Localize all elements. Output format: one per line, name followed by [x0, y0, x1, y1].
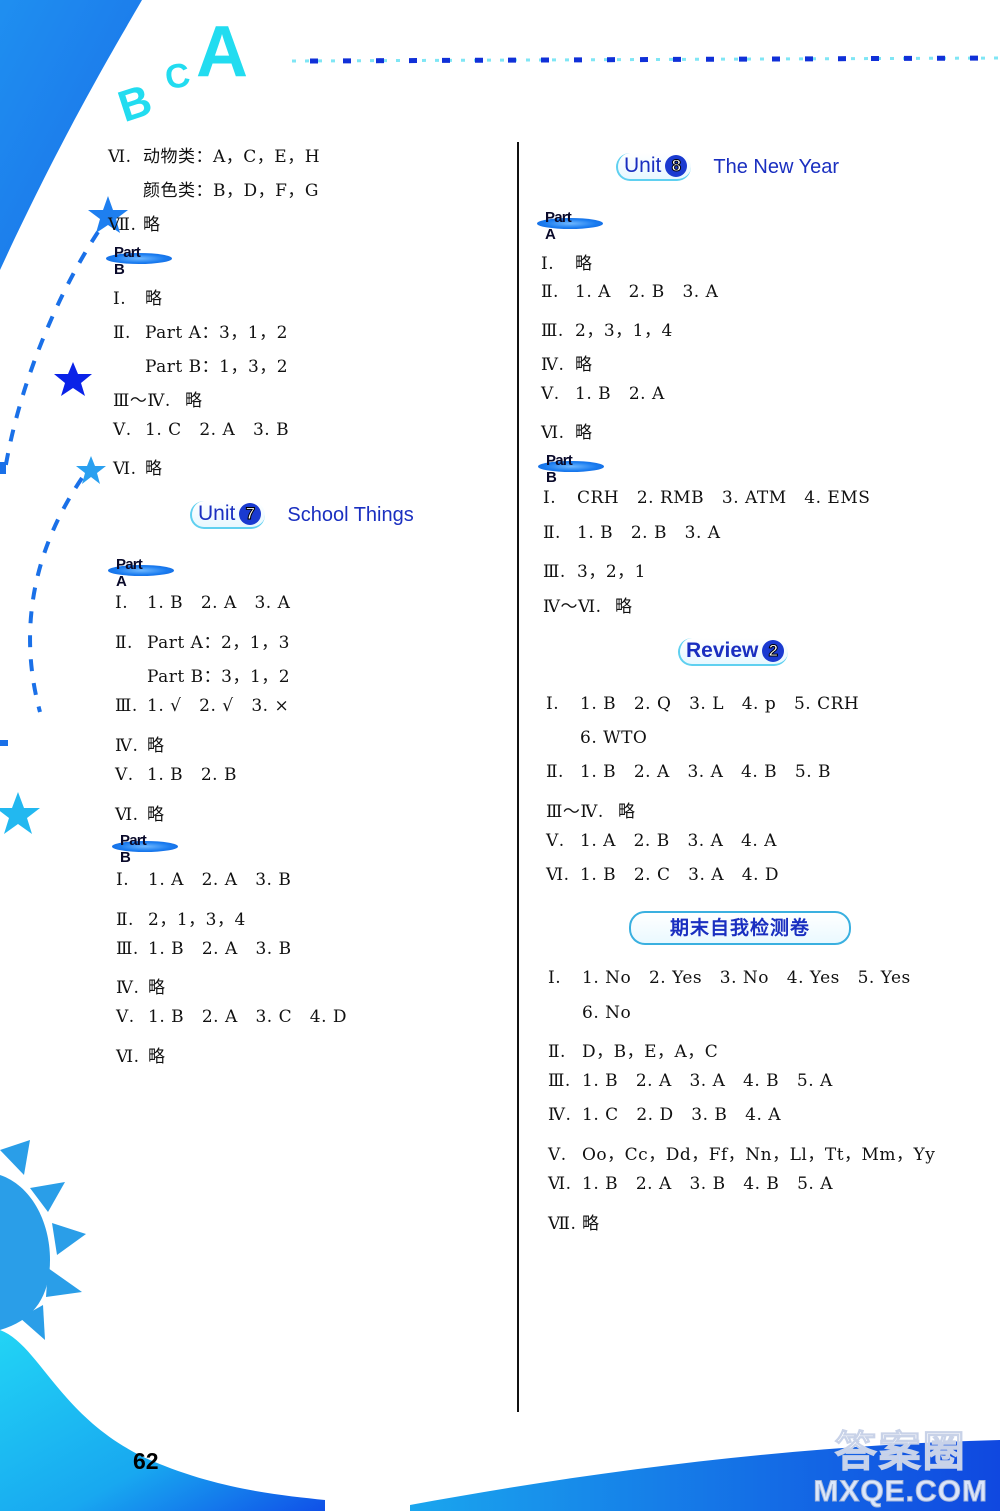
answer-line: Ⅲ～Ⅳ. 略 — [546, 802, 636, 822]
answer-line: Ⅴ. 1. B 2. B — [115, 765, 237, 785]
answer-line: Ⅱ. 2，1，3，4 — [116, 910, 246, 930]
answer-line: Ⅲ. 3，2，1 — [543, 562, 646, 582]
unit-number-circle: 8 — [665, 155, 688, 177]
answer-line: Ⅵ. 略 — [115, 805, 165, 825]
answer-line: Ⅴ. 1. B 2. A 3. C 4. D — [116, 1007, 348, 1027]
sun-decoration — [0, 1140, 86, 1340]
answer-line: Ⅴ. 1. A 2. B 3. A 4. A — [546, 831, 777, 851]
answer-line: Part B：3，1，2 — [147, 667, 291, 687]
answer-line: Ⅳ～Ⅵ. 略 — [543, 597, 633, 617]
unit7-heading: Unit 7 School Things — [190, 501, 414, 529]
review2-heading: Review 2 — [678, 638, 789, 666]
answer-line: Ⅴ. 1. C 2. A 3. B — [113, 420, 290, 440]
answer-line: Ⅰ. 1. No 2. Yes 3. No 4. Yes 5. Yes — [548, 968, 911, 988]
answer-line: Ⅵ. 1. B 2. C 3. A 4. D — [546, 865, 780, 885]
unit-badge: Unit 7 — [190, 501, 266, 529]
answer-line: Ⅰ. 1. B 2. Q 3. L 4. p 5. CRH — [546, 694, 860, 714]
answer-line: Ⅳ. 略 — [116, 978, 166, 998]
unit-title: The New Year — [713, 155, 839, 178]
bottom-wave-left — [0, 1330, 325, 1511]
review-number-circle: 2 — [762, 640, 785, 662]
answer-line: Ⅵ. 1. B 2. A 3. B 4. B 5. A — [548, 1174, 833, 1194]
answer-line: Ⅱ. D，B，E，A，C — [548, 1042, 719, 1062]
header-dashed-rule — [291, 55, 1000, 64]
star-icon — [0, 792, 40, 834]
answer-line: Ⅰ. 略 — [113, 289, 163, 309]
answer-line: Ⅱ. Part A：3，1，2 — [113, 323, 288, 343]
unit-number-circle: 7 — [239, 503, 262, 525]
answer-line: Part B：1，3，2 — [145, 357, 289, 377]
deco-letter-c: C — [162, 56, 193, 98]
page-number: 62 — [133, 1448, 159, 1474]
answer-line: Ⅱ. 1. A 2. B 3. A — [541, 282, 719, 302]
answer-line: Ⅶ. 略 — [548, 1214, 600, 1234]
answer-line: Ⅳ. 1. C 2. D 3. B 4. A — [548, 1105, 782, 1125]
answer-line: Ⅳ. 略 — [541, 355, 593, 375]
unit-badge: Unit 8 — [616, 153, 692, 181]
review-badge: Review 2 — [678, 638, 789, 666]
answer-line: Ⅱ. Part A：2，1，3 — [115, 633, 290, 653]
answer-line: Ⅱ. 1. B 2. A 3. A 4. B 5. B — [546, 762, 831, 782]
answer-line: Ⅵ. 略 — [116, 1047, 166, 1067]
answer-line: Ⅱ. 1. B 2. B 3. A — [543, 523, 721, 543]
answer-line: 颜色类：B，D，F，G — [143, 181, 319, 201]
unit8-heading: Unit 8 The New Year — [616, 153, 839, 181]
answer-line: Ⅴ. Oo，Cc，Dd，Ff，Nn，Ll，Tt，Mm，Yy — [548, 1145, 936, 1165]
answer-line: Ⅳ. 略 — [115, 736, 165, 756]
answer-line: Ⅵ. 略 — [541, 423, 593, 443]
answer-line: Ⅰ. CRH 2. RMB 3. ATM 4. EMS — [543, 488, 871, 508]
star-icon — [54, 362, 92, 396]
answer-line: Ⅰ. 1. B 2. A 3. A — [115, 593, 291, 613]
deco-letter-b: B — [112, 75, 157, 131]
answer-line: Ⅲ～Ⅳ. 略 — [113, 391, 203, 411]
deco-letter-a: A — [196, 12, 248, 92]
answer-line: Ⅲ. 1. √ 2. √ 3. × — [115, 696, 290, 716]
answer-line: Ⅲ. 1. B 2. A 3. A 4. B 5. A — [548, 1071, 833, 1091]
answer-line: 6. No — [582, 1003, 632, 1023]
answer-line: Ⅲ. 1. B 2. A 3. B — [116, 939, 292, 959]
answer-line: Ⅶ. 略 — [108, 215, 161, 235]
dashed-arc-1 — [3, 230, 100, 471]
final-test-heading: 期末自我检测卷 — [629, 911, 851, 945]
answer-line: Ⅴ. 1. B 2. A — [541, 384, 665, 404]
unit-title: School Things — [287, 503, 414, 526]
dashed-arc-2 — [28, 476, 84, 713]
answer-line: Ⅰ. 1. A 2. A 3. B — [116, 870, 292, 890]
column-divider — [517, 142, 519, 1412]
answer-line: Ⅵ. 略 — [113, 459, 163, 479]
answer-line: Ⅰ. 略 — [541, 254, 593, 274]
answer-line: 6. WTO — [580, 728, 648, 748]
watermark: 答案圈 MXQE.COM — [813, 1428, 988, 1509]
answer-line: Ⅲ. 2，3，1，4 — [541, 321, 673, 341]
answer-line: Ⅵ. 动物类：A，C，E，H — [108, 147, 321, 167]
